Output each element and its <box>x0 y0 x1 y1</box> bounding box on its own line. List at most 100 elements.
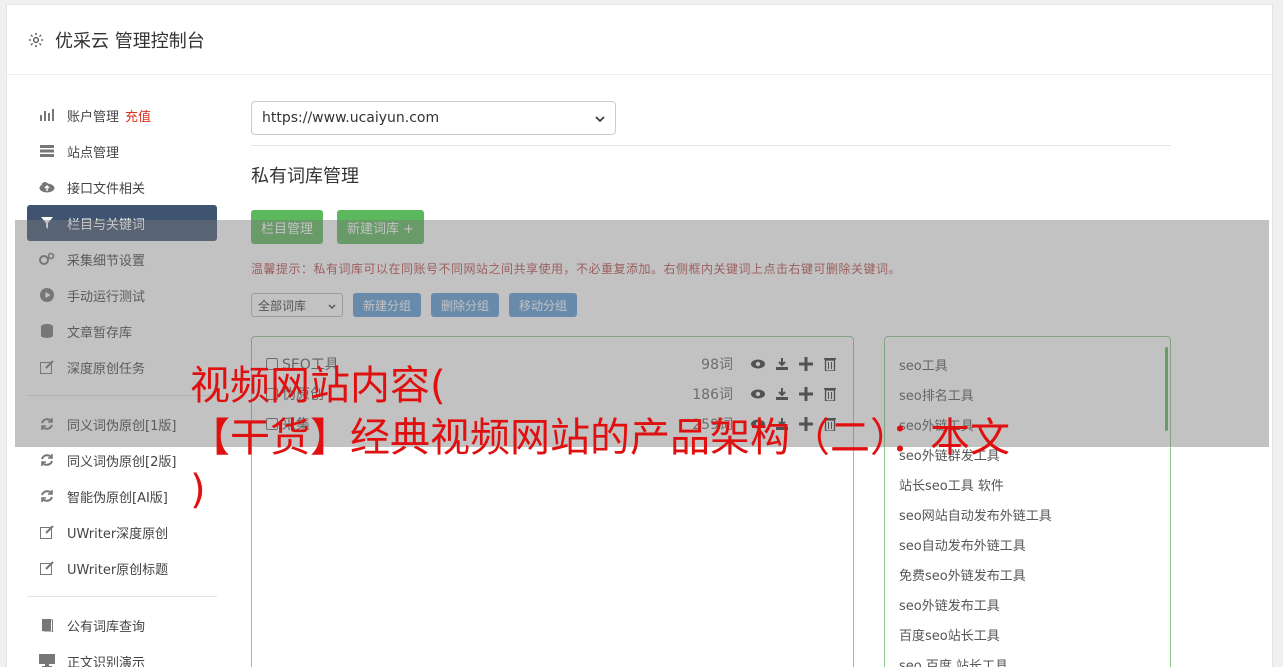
monitor-icon <box>39 653 55 667</box>
sidebar-item-uwriter-deep[interactable]: UWriter深度原创 <box>27 514 217 550</box>
keyword-item[interactable]: seo外链群发工具 <box>899 439 1156 469</box>
sidebar-item-label: 站点管理 <box>67 145 120 161</box>
library-count: 186词 <box>692 387 733 403</box>
keyword-item[interactable]: 免费seo外链发布工具 <box>899 559 1156 589</box>
database-icon <box>39 323 55 339</box>
plus-icon[interactable] <box>797 385 815 403</box>
new-library-button[interactable]: 新建词库 + <box>337 210 425 244</box>
edit-icon <box>39 560 55 576</box>
server-icon <box>39 143 55 159</box>
filter-icon <box>39 215 55 231</box>
sidebar-item-synonym-v1[interactable]: 同义词伪原创[1版] <box>27 406 217 442</box>
column-manage-button[interactable]: 栏目管理 <box>251 210 324 244</box>
delete-group-button[interactable]: 删除分组 <box>431 293 500 317</box>
sidebar-item-label: 栏目与关键词 <box>67 217 146 233</box>
refresh-icon <box>39 488 55 504</box>
keyword-item[interactable]: 站长seo工具 软件 <box>899 469 1156 499</box>
keyword-list-panel: seo工具 seo排名工具 seo外链工具 seo外链群发工具 站长seo工具 … <box>884 336 1171 667</box>
sidebar-item-label: UWriter深度原创 <box>67 526 169 542</box>
trash-icon[interactable] <box>821 385 839 403</box>
sidebar-item-account[interactable]: 账户管理 充值 <box>27 97 217 133</box>
cloud-upload-icon <box>39 179 55 195</box>
refresh-icon <box>39 452 55 468</box>
sidebar-item-label: 公有词库查询 <box>67 619 146 635</box>
eye-icon[interactable] <box>749 385 767 403</box>
site-select-value: https://www.ucaiyun.com <box>262 110 440 126</box>
chevron-down-icon <box>328 298 336 312</box>
keyword-scrollbar[interactable] <box>1165 347 1168 431</box>
recharge-link[interactable]: 充值 <box>125 106 151 125</box>
library-checkbox[interactable] <box>266 418 278 430</box>
sidebar-item-interface[interactable]: 接口文件相关 <box>27 169 217 205</box>
book-icon <box>39 617 55 633</box>
sidebar-item-label: 接口文件相关 <box>67 181 146 197</box>
library-filter-value: 全部词库 <box>258 298 307 313</box>
move-group-button[interactable]: 移动分组 <box>509 293 578 317</box>
download-icon[interactable] <box>773 385 791 403</box>
refresh-icon <box>39 416 55 432</box>
library-name[interactable]: SEO工具 <box>282 354 701 374</box>
keyword-item[interactable]: seo外链工具 <box>899 409 1156 439</box>
library-list-panel: SEO工具 98词 伪原创 186词 采集 259词 <box>251 336 854 667</box>
sidebar-item-text-recognition[interactable]: 正文识别演示 <box>27 643 217 667</box>
sidebar-item-sites[interactable]: 站点管理 <box>27 133 217 169</box>
sidebar-item-synonym-v2[interactable]: 同义词伪原创[2版] <box>27 442 217 478</box>
eye-icon[interactable] <box>749 355 767 373</box>
library-checkbox[interactable] <box>266 358 278 370</box>
sidebar-item-columns-keywords[interactable]: 栏目与关键词 <box>27 205 217 241</box>
sidebar-item-label: 文章暂存库 <box>67 325 133 341</box>
sidebar-item-deep-original[interactable]: 深度原创任务 <box>27 349 217 385</box>
play-circle-icon <box>39 287 55 303</box>
sidebar-item-label: 采集细节设置 <box>67 253 146 269</box>
sidebar-item-article-store[interactable]: 文章暂存库 <box>27 313 217 349</box>
sidebar-divider <box>27 395 217 396</box>
download-icon[interactable] <box>773 355 791 373</box>
page-title: 优采云 管理控制台 <box>55 30 205 52</box>
sidebar-item-ai-rewrite[interactable]: 智能伪原创[AI版] <box>27 478 217 514</box>
sidebar-divider <box>27 596 217 597</box>
sidebar-item-label: 手动运行测试 <box>67 289 146 305</box>
keyword-item[interactable]: seo自动发布外链工具 <box>899 529 1156 559</box>
keyword-item[interactable]: 百度seo站长工具 <box>899 619 1156 649</box>
section-title: 私有词库管理 <box>251 166 359 187</box>
sidebar-item-uwriter-title[interactable]: UWriter原创标题 <box>27 550 217 586</box>
sidebar-item-label: 同义词伪原创[1版] <box>67 418 177 434</box>
library-count: 98词 <box>701 357 733 373</box>
keyword-item[interactable]: seo排名工具 <box>899 379 1156 409</box>
gears-icon <box>39 251 55 267</box>
sidebar-item-manual-run[interactable]: 手动运行测试 <box>27 277 217 313</box>
keyword-item[interactable]: seo 百度 站长工具 <box>899 649 1156 667</box>
group-controls: 全部词库 新建分组 删除分组 移动分组 <box>251 293 1171 317</box>
chevron-down-icon <box>595 110 605 126</box>
library-count: 259词 <box>692 417 733 433</box>
sidebar-item-public-lib[interactable]: 公有词库查询 <box>27 607 217 643</box>
library-name[interactable]: 伪原创 <box>282 384 692 404</box>
sidebar-item-collect-settings[interactable]: 采集细节设置 <box>27 241 217 277</box>
keyword-item[interactable]: seo网站自动发布外链工具 <box>899 499 1156 529</box>
library-row: 伪原创 186词 <box>266 379 839 409</box>
sidebar-item-label: 账户管理 <box>67 109 120 125</box>
site-select[interactable]: https://www.ucaiyun.com <box>251 101 616 135</box>
keyword-item[interactable]: seo工具 <box>899 349 1156 379</box>
library-row: 采集 259词 <box>266 409 839 439</box>
library-row: SEO工具 98词 <box>266 349 839 379</box>
keyword-item[interactable]: seo外链发布工具 <box>899 589 1156 619</box>
sidebar-item-label: UWriter原创标题 <box>67 562 169 578</box>
new-group-button[interactable]: 新建分组 <box>353 293 422 317</box>
plus-icon[interactable] <box>797 415 815 433</box>
edit-icon <box>39 524 55 540</box>
sidebar-item-label: 智能伪原创[AI版] <box>67 490 168 506</box>
sidebar-item-label: 同义词伪原创[2版] <box>67 454 177 470</box>
trash-icon[interactable] <box>821 355 839 373</box>
edit-icon <box>39 359 55 375</box>
plus-icon[interactable] <box>797 355 815 373</box>
sidebar-item-label: 深度原创任务 <box>67 361 146 377</box>
library-checkbox[interactable] <box>266 388 278 400</box>
library-filter-select[interactable]: 全部词库 <box>251 293 343 317</box>
eye-icon[interactable] <box>749 415 767 433</box>
sidebar-item-label: 正文识别演示 <box>67 655 146 667</box>
trash-icon[interactable] <box>821 415 839 433</box>
library-name[interactable]: 采集 <box>282 414 692 434</box>
action-buttons: 栏目管理 新建词库 + <box>251 210 1171 244</box>
download-icon[interactable] <box>773 415 791 433</box>
